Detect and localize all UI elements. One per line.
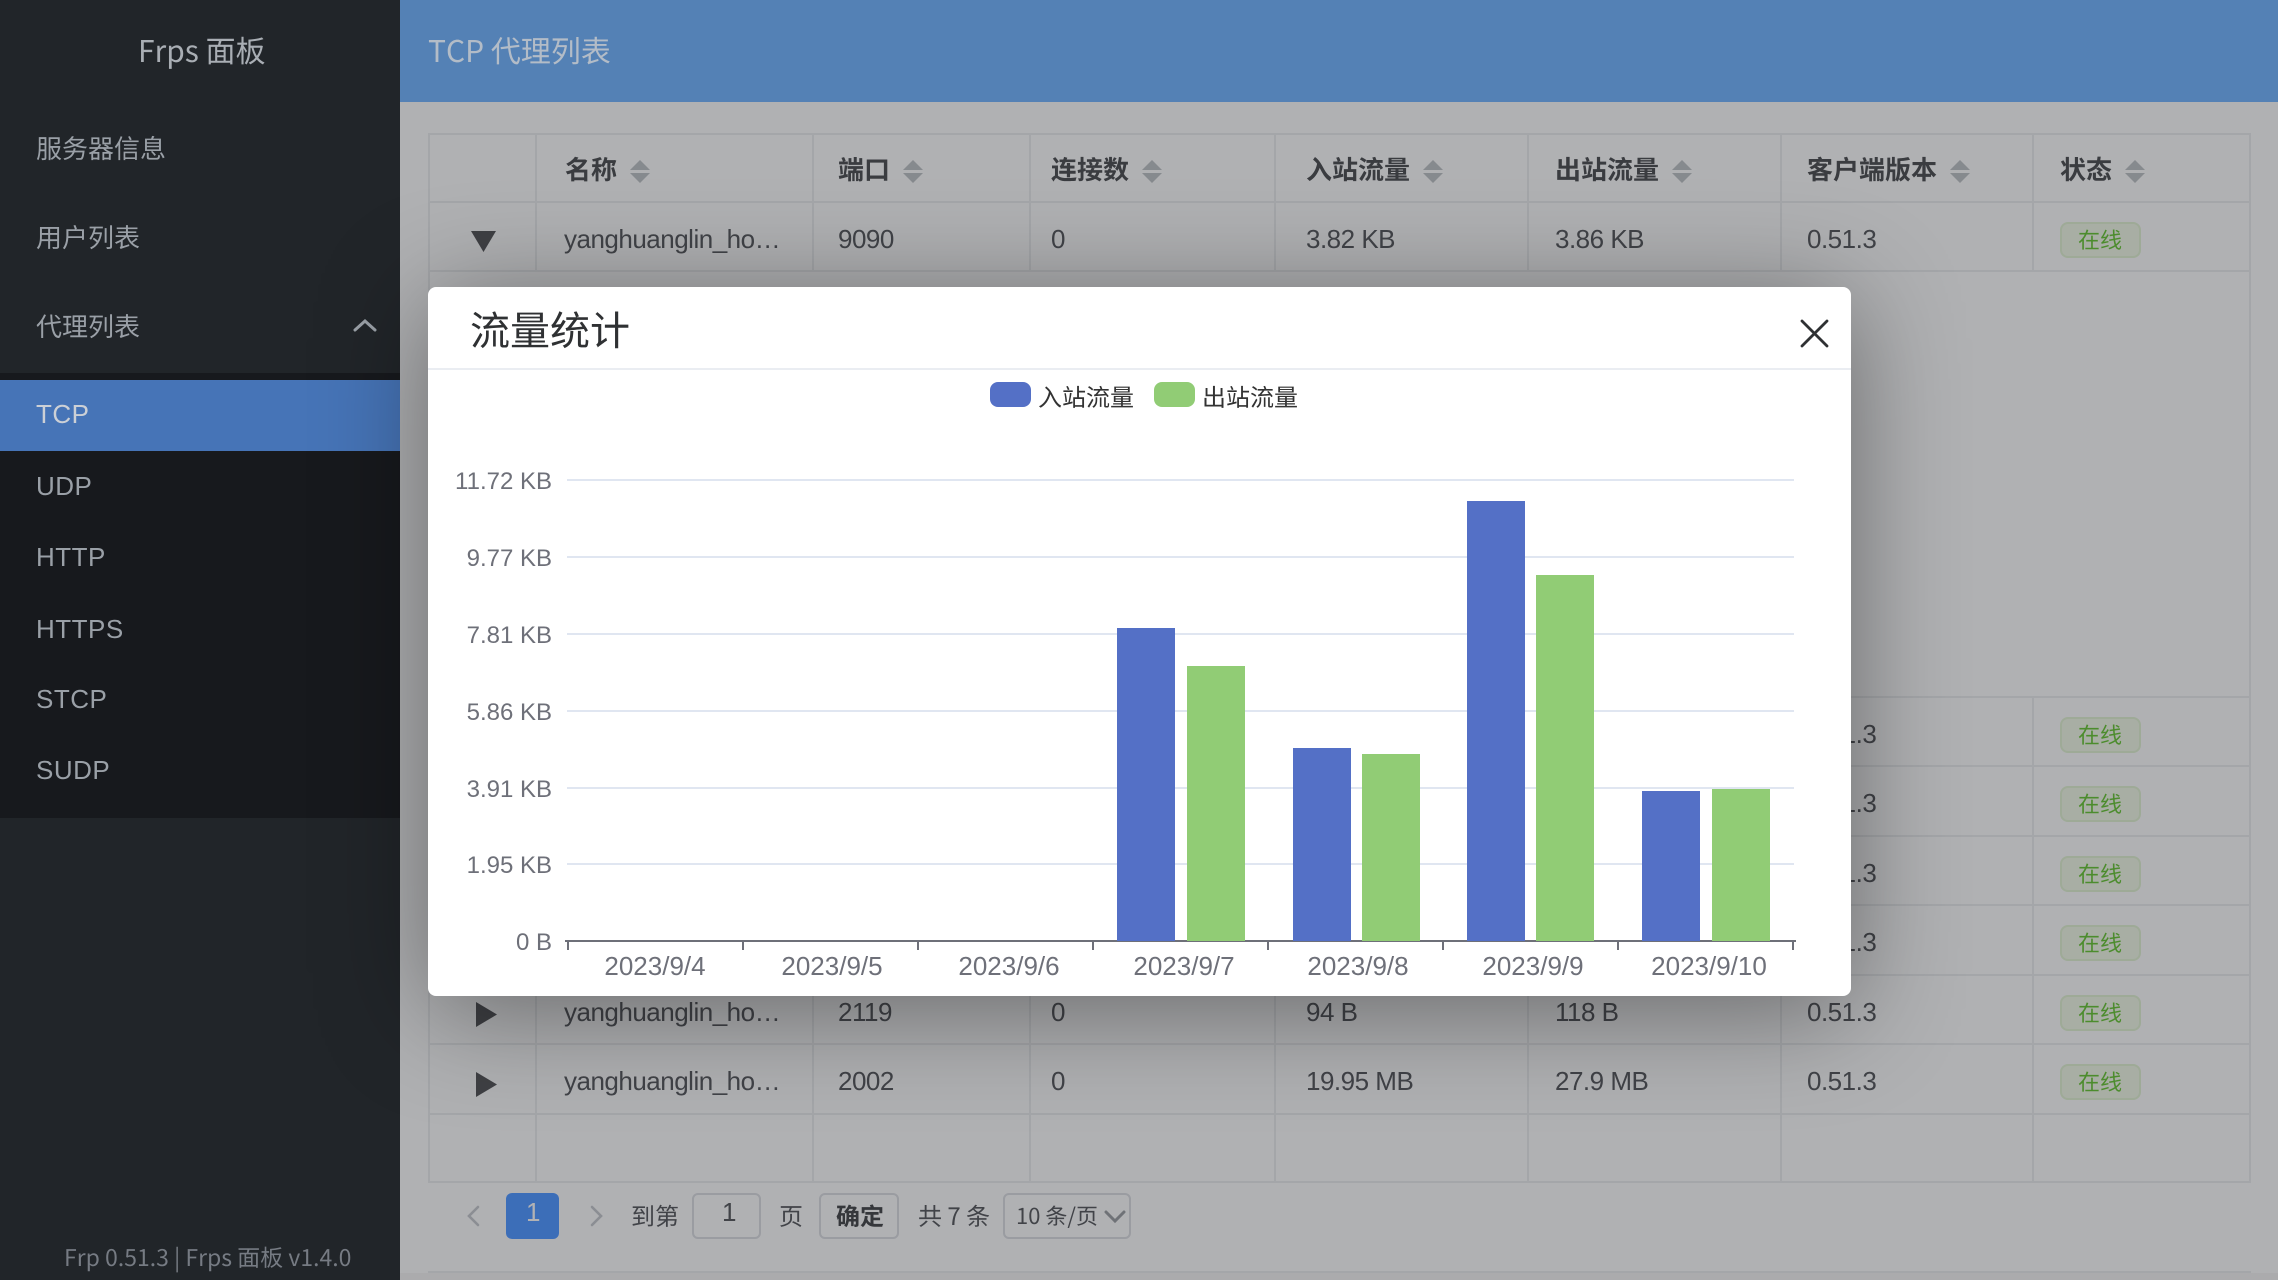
svg-text:2023/9/4: 2023/9/4 <box>604 951 705 981</box>
svg-text:3.91 KB: 3.91 KB <box>467 776 552 803</box>
svg-text:2023/9/10: 2023/9/10 <box>1651 951 1767 981</box>
svg-text:5.86 KB: 5.86 KB <box>467 699 552 726</box>
svg-text:0 B: 0 B <box>516 929 552 956</box>
svg-text:2023/9/5: 2023/9/5 <box>781 951 882 981</box>
svg-text:11.72 KB: 11.72 KB <box>455 468 552 495</box>
svg-text:7.81 KB: 7.81 KB <box>467 622 552 649</box>
svg-text:2023/9/9: 2023/9/9 <box>1482 951 1583 981</box>
svg-text:2023/9/8: 2023/9/8 <box>1307 951 1408 981</box>
svg-text:2023/9/6: 2023/9/6 <box>958 951 1059 981</box>
svg-text:2023/9/7: 2023/9/7 <box>1133 951 1234 981</box>
svg-text:1.95 KB: 1.95 KB <box>467 852 552 879</box>
svg-text:9.77 KB: 9.77 KB <box>467 545 552 572</box>
